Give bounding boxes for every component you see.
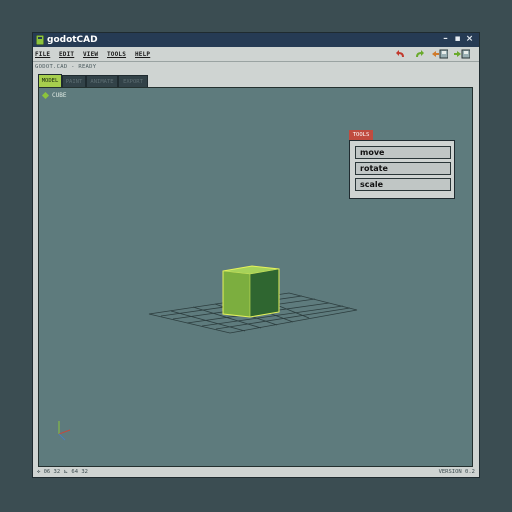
version-label: VERSION 0.2 <box>438 469 475 475</box>
tab-model[interactable]: MODEL <box>38 74 62 87</box>
title-bar: godotCAD – ▪ × <box>33 33 479 47</box>
menu-file[interactable]: FILE <box>35 51 50 58</box>
menu-bar: FILE EDIT VIEW TOOLS HELP <box>33 48 479 60</box>
rotate-button[interactable]: rotate <box>355 162 451 175</box>
object-marker-icon <box>41 91 50 100</box>
open-file-icon[interactable] <box>432 49 448 59</box>
tools-panel: TOOLS move rotate scale <box>349 130 455 199</box>
status-bar: ✣ 06 32 ⊾ 64 32 VERSION 0.2 <box>33 467 479 477</box>
app-title: godotCAD <box>47 35 98 45</box>
tools-panel-body: move rotate scale <box>349 140 455 199</box>
cube-object[interactable] <box>222 265 280 318</box>
save-file-icon[interactable] <box>454 49 470 59</box>
tab-animate[interactable]: ANIMATE <box>86 75 118 87</box>
minimize-icon[interactable]: – <box>440 34 451 45</box>
app-window: godotCAD – ▪ × FILE EDIT VIEW TOOLS HELP… <box>32 32 480 478</box>
menu-edit[interactable]: EDIT <box>59 51 74 58</box>
status-line: GODOT.CAD - READY <box>33 61 479 72</box>
move-button[interactable]: move <box>355 146 451 159</box>
cube-right-face <box>250 269 279 317</box>
3d-viewport[interactable]: CUBE TOOLS move rotate scale <box>38 87 473 467</box>
selected-object-name: CUBE <box>52 92 67 99</box>
tools-panel-title: TOOLS <box>349 130 373 140</box>
axis-gizmo <box>58 421 71 441</box>
cursor-coordinates: ✣ 06 32 ⊾ 64 32 <box>37 469 88 475</box>
close-icon[interactable]: × <box>464 34 475 45</box>
menu-help[interactable]: HELP <box>135 51 150 58</box>
undo-icon[interactable] <box>396 49 406 59</box>
scale-button[interactable]: scale <box>355 178 451 191</box>
tab-export[interactable]: EXPORT <box>118 75 148 87</box>
scene-object-label[interactable]: CUBE <box>41 91 67 100</box>
maximize-icon[interactable]: ▪ <box>452 34 463 45</box>
tab-paint[interactable]: PAINT <box>62 75 86 87</box>
menu-tools[interactable]: TOOLS <box>107 51 126 58</box>
status-text: GODOT.CAD - READY <box>35 64 97 70</box>
app-icon <box>36 35 44 45</box>
cube-front-face <box>223 271 250 317</box>
redo-icon[interactable] <box>414 49 424 59</box>
menu-view[interactable]: VIEW <box>83 51 98 58</box>
